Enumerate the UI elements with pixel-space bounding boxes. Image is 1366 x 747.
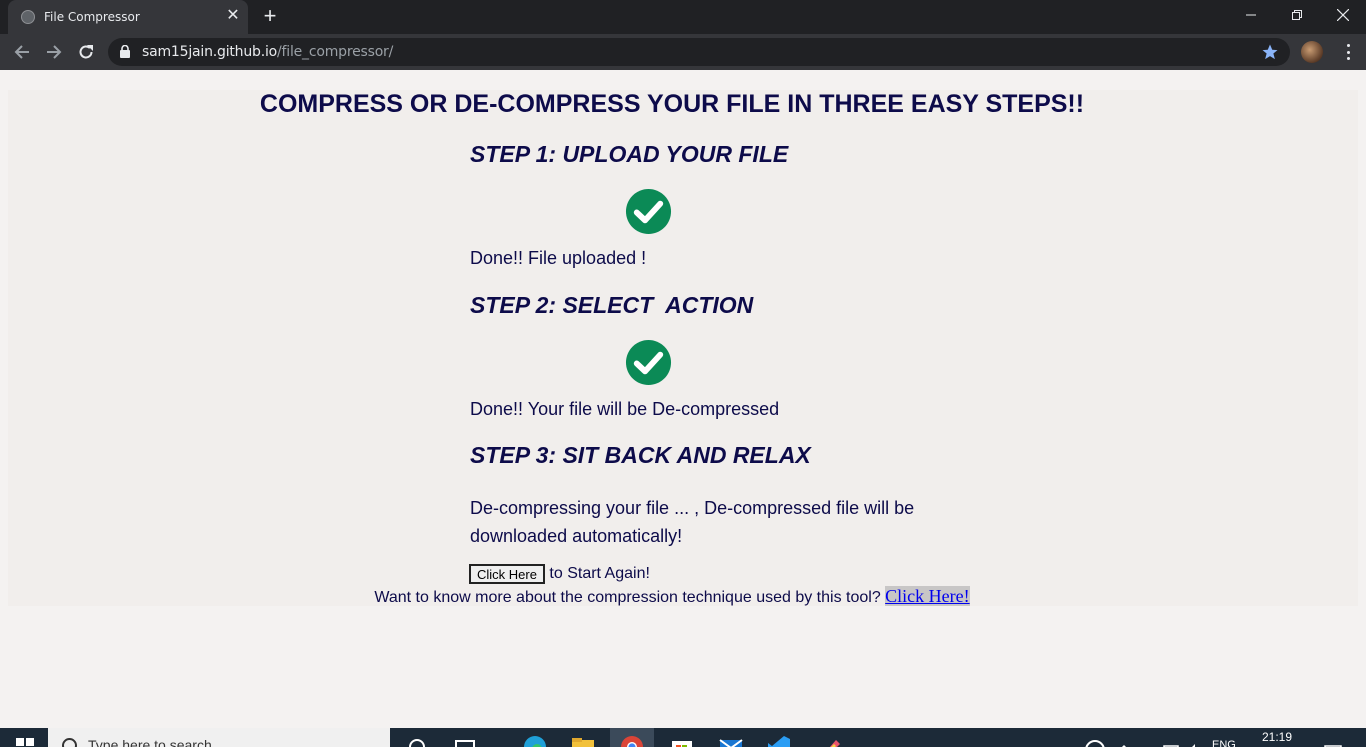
store-icon[interactable]: [669, 734, 695, 747]
step2-title: STEP 2: SELECT ACTION: [470, 292, 754, 318]
help-icon[interactable]: [1084, 734, 1110, 747]
start-again-button[interactable]: Click Here: [469, 564, 545, 584]
url-path: /file_compressor/: [277, 44, 394, 60]
more-menu-icon[interactable]: [1338, 42, 1358, 62]
profile-avatar[interactable]: [1301, 41, 1323, 63]
new-tab-button[interactable]: +: [258, 5, 282, 29]
page-body: COMPRESS OR DE-COMPRESS YOUR FILE IN THR…: [0, 70, 1366, 728]
arrow-right-icon: [47, 45, 62, 59]
browser-tab-strip: File Compressor ✕ +: [0, 0, 1366, 34]
input-language[interactable]: ENG: [1212, 739, 1236, 747]
volume-icon[interactable]: [1184, 734, 1210, 747]
more-info-row: Want to know more about the compression …: [0, 586, 1344, 607]
taskbar-search-placeholder: Type here to search: [88, 737, 212, 747]
chrome-taskbar-icon[interactable]: [610, 728, 654, 747]
reload-button[interactable]: [74, 40, 98, 64]
windows-start-icon[interactable]: [16, 738, 34, 747]
file-explorer-icon[interactable]: [570, 734, 596, 747]
browser-toolbar: sam15jain.github.io/file_compressor/: [0, 34, 1366, 70]
check-circle-icon: [625, 188, 672, 235]
step3-status: De-compressing your file ... , De-compre…: [470, 498, 915, 546]
browser-tab[interactable]: File Compressor ✕: [8, 0, 248, 34]
taskbar-clock[interactable]: 21:19: [1262, 730, 1292, 744]
task-view-icon[interactable]: [452, 734, 478, 747]
close-icon: [1337, 9, 1349, 21]
minimize-icon: [1246, 14, 1256, 16]
vscode-icon[interactable]: [766, 734, 792, 747]
minimize-button[interactable]: [1228, 0, 1274, 30]
step3-title: STEP 3: SIT BACK AND RELAX: [470, 442, 811, 468]
close-window-button[interactable]: [1320, 0, 1366, 30]
restart-row: Click Here to Start Again!: [469, 564, 650, 584]
step1-status: Done!! File uploaded !: [470, 248, 647, 268]
tab-title: File Compressor: [44, 10, 140, 24]
search-icon: [62, 738, 77, 747]
restore-button[interactable]: [1274, 0, 1320, 30]
page-title: COMPRESS OR DE-COMPRESS YOUR FILE IN THR…: [259, 90, 1085, 118]
cortana-search-icon[interactable]: [404, 734, 430, 747]
address-bar[interactable]: sam15jain.github.io/file_compressor/: [108, 38, 1290, 66]
lock-icon: [120, 45, 130, 58]
more-info-text: Want to know more about the compression …: [374, 589, 886, 606]
restart-label: to Start Again!: [544, 565, 650, 583]
forward-button[interactable]: [42, 40, 66, 64]
check-circle-icon: [625, 339, 672, 386]
notifications-icon[interactable]: [1322, 734, 1348, 747]
reload-icon: [79, 45, 93, 59]
globe-icon: [21, 10, 35, 24]
taskbar-search-box[interactable]: Type here to search: [48, 728, 390, 747]
url-host: sam15jain.github.io: [142, 44, 278, 60]
arrow-left-icon: [14, 45, 29, 59]
edge-browser-icon[interactable]: [522, 734, 548, 747]
url-text: sam15jain.github.io/file_compressor/: [142, 44, 393, 60]
bookmark-star-icon[interactable]: [1261, 43, 1279, 61]
step1-title: STEP 1: UPLOAD YOUR FILE: [470, 141, 789, 167]
chevron-up-icon[interactable]: [1116, 734, 1142, 747]
step2-status: Done!! Your file will be De-compressed: [470, 399, 780, 419]
mail-icon[interactable]: [718, 734, 744, 747]
windows-taskbar: Type here to search ENG 21:19: [0, 728, 1366, 747]
tab-close-icon[interactable]: ✕: [224, 7, 242, 25]
back-button[interactable]: [10, 40, 34, 64]
more-info-link[interactable]: Click Here!: [885, 586, 970, 606]
restore-icon: [1292, 10, 1302, 20]
paint-app-icon[interactable]: [816, 734, 842, 747]
